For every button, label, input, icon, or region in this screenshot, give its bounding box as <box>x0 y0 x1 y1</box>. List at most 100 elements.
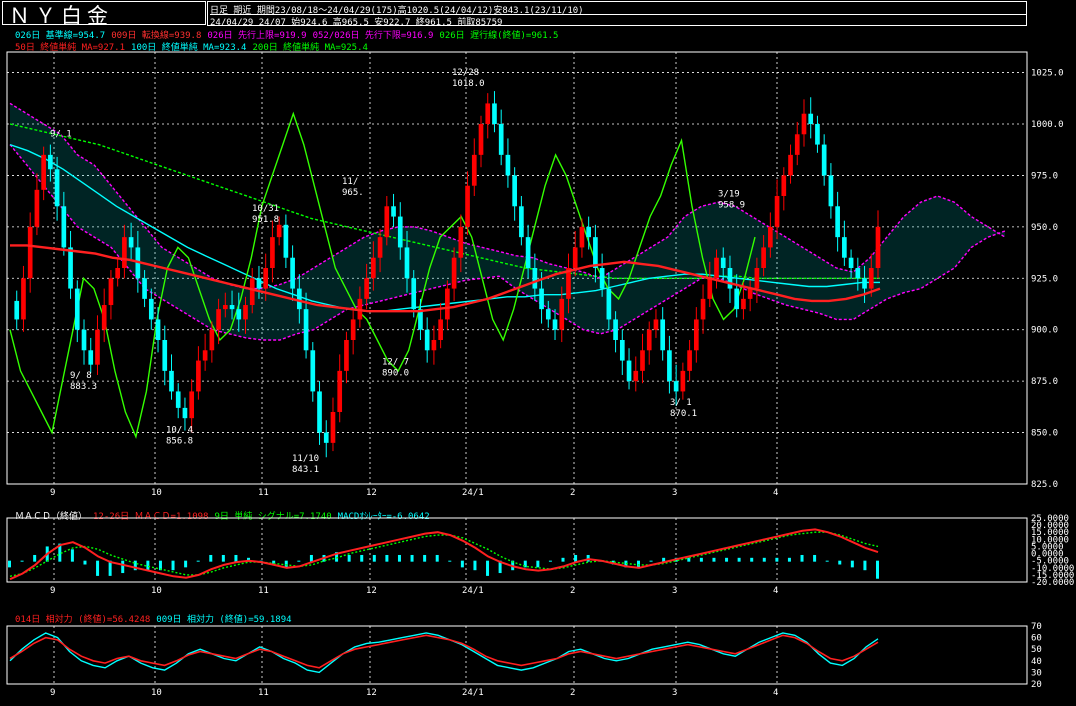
x-tick-label-2-5: 2 <box>570 688 575 698</box>
macd-osc-bar <box>687 557 691 562</box>
y-tick-label-8: 1025.0 <box>1031 69 1064 79</box>
annotation-label-5: 965. <box>342 188 364 198</box>
candle-body <box>263 268 269 289</box>
candle-body <box>451 257 457 289</box>
candle-body <box>384 206 390 238</box>
candle-body <box>545 309 551 320</box>
candle-body <box>747 288 753 299</box>
candle-body <box>54 169 60 207</box>
macd-osc-bar <box>649 560 653 562</box>
macd-osc-bar <box>423 554 427 562</box>
macd-osc-bar <box>20 560 24 562</box>
macd-osc-bar <box>876 560 879 579</box>
annotation-label-7: 12/28 <box>452 68 479 78</box>
candle-body <box>471 154 477 186</box>
candle-body <box>276 224 282 238</box>
x-tick-label-1-7: 4 <box>773 586 778 596</box>
candle-body <box>653 319 659 330</box>
candle-body <box>68 247 73 289</box>
candle-body <box>397 216 403 248</box>
candle-body <box>586 226 592 238</box>
candle-body <box>458 226 464 258</box>
candle-body <box>74 288 80 330</box>
y-tick-label-1: 850.0 <box>1031 429 1058 439</box>
candle-body <box>835 206 840 238</box>
candle-body <box>687 350 692 371</box>
candle-body <box>667 350 672 382</box>
candle-body <box>323 432 329 443</box>
candle-body <box>559 298 565 330</box>
annotation-label-1: 9/ 8 <box>70 371 92 381</box>
macd-osc-bar <box>8 560 11 568</box>
candle-body <box>189 391 195 419</box>
macd-osc-bar <box>284 560 288 568</box>
candle-body <box>505 154 511 176</box>
candle-body <box>714 257 719 279</box>
candle-body <box>249 278 255 306</box>
candle-body <box>404 247 410 279</box>
candle-body <box>727 268 733 289</box>
x-tick-label-1-6: 3 <box>672 586 677 596</box>
candle-body <box>317 391 322 433</box>
candle-body <box>142 278 147 299</box>
candle-body <box>61 206 67 248</box>
candle-body <box>222 305 228 310</box>
annotation-label-5: 11/ <box>342 177 358 187</box>
candle-body <box>115 268 120 279</box>
candle-body <box>391 206 396 217</box>
candle-body <box>788 154 793 176</box>
macd-osc-bar <box>561 557 565 562</box>
x-tick-label-1-0: 9 <box>50 586 55 596</box>
candle-body <box>209 329 215 351</box>
candle-body <box>842 237 847 258</box>
candle-body <box>216 309 221 330</box>
candle-body <box>693 319 699 351</box>
macd-osc-bar <box>536 560 540 568</box>
macd-line <box>9 528 879 581</box>
candle-body <box>646 329 652 351</box>
candle-body <box>122 237 127 268</box>
candle-body <box>236 309 242 320</box>
rsi-y-tick-1: 60 <box>1031 634 1042 644</box>
candle-body <box>606 288 612 320</box>
annotation-label-6: 890.0 <box>382 368 409 378</box>
macd-osc-bar <box>171 560 175 571</box>
candle-body <box>512 175 517 207</box>
candle-body <box>155 319 161 340</box>
macd-osc-bar <box>548 560 552 562</box>
annotation-label-4: 843.1 <box>292 465 319 475</box>
macd-osc-bar <box>70 549 74 562</box>
macd-osc-bar <box>221 554 225 562</box>
macd-osc-bar <box>486 560 490 576</box>
x-tick-label-1-4: 24/1 <box>462 586 484 596</box>
macd-osc-bar <box>787 557 791 562</box>
macd-osc-bar <box>813 554 817 562</box>
candle-body <box>182 407 188 419</box>
x-tick-label-2-6: 3 <box>672 688 677 698</box>
candle-body <box>673 381 679 392</box>
candle-body <box>801 113 807 135</box>
macd-osc-bar <box>196 560 200 562</box>
macd-osc-bar <box>146 560 150 571</box>
candle-body <box>243 305 248 320</box>
x-tick-label-2-3: 12 <box>366 688 377 698</box>
candle-body <box>377 237 383 258</box>
macd-osc-bar <box>725 557 729 562</box>
candle-body <box>465 185 470 227</box>
candle-body <box>626 360 632 382</box>
annotation-label-7: 1018.0 <box>452 79 485 89</box>
candle-body <box>862 278 867 289</box>
x-tick-label-1-2: 11 <box>258 586 269 596</box>
candle-body <box>768 226 773 248</box>
rsi-y-tick-5: 20 <box>1031 680 1042 690</box>
x-tick-label-2-4: 24/1 <box>462 688 484 698</box>
candle-body <box>344 340 349 371</box>
candle-body <box>599 268 605 289</box>
candle-body <box>552 319 558 330</box>
macd-osc-bar <box>234 554 238 562</box>
candle-body <box>828 175 834 207</box>
candle-body <box>101 305 107 330</box>
candle-body <box>815 124 820 145</box>
x-tick-label-0-7: 4 <box>773 488 778 498</box>
x-tick-label-2-1: 10 <box>151 688 162 698</box>
